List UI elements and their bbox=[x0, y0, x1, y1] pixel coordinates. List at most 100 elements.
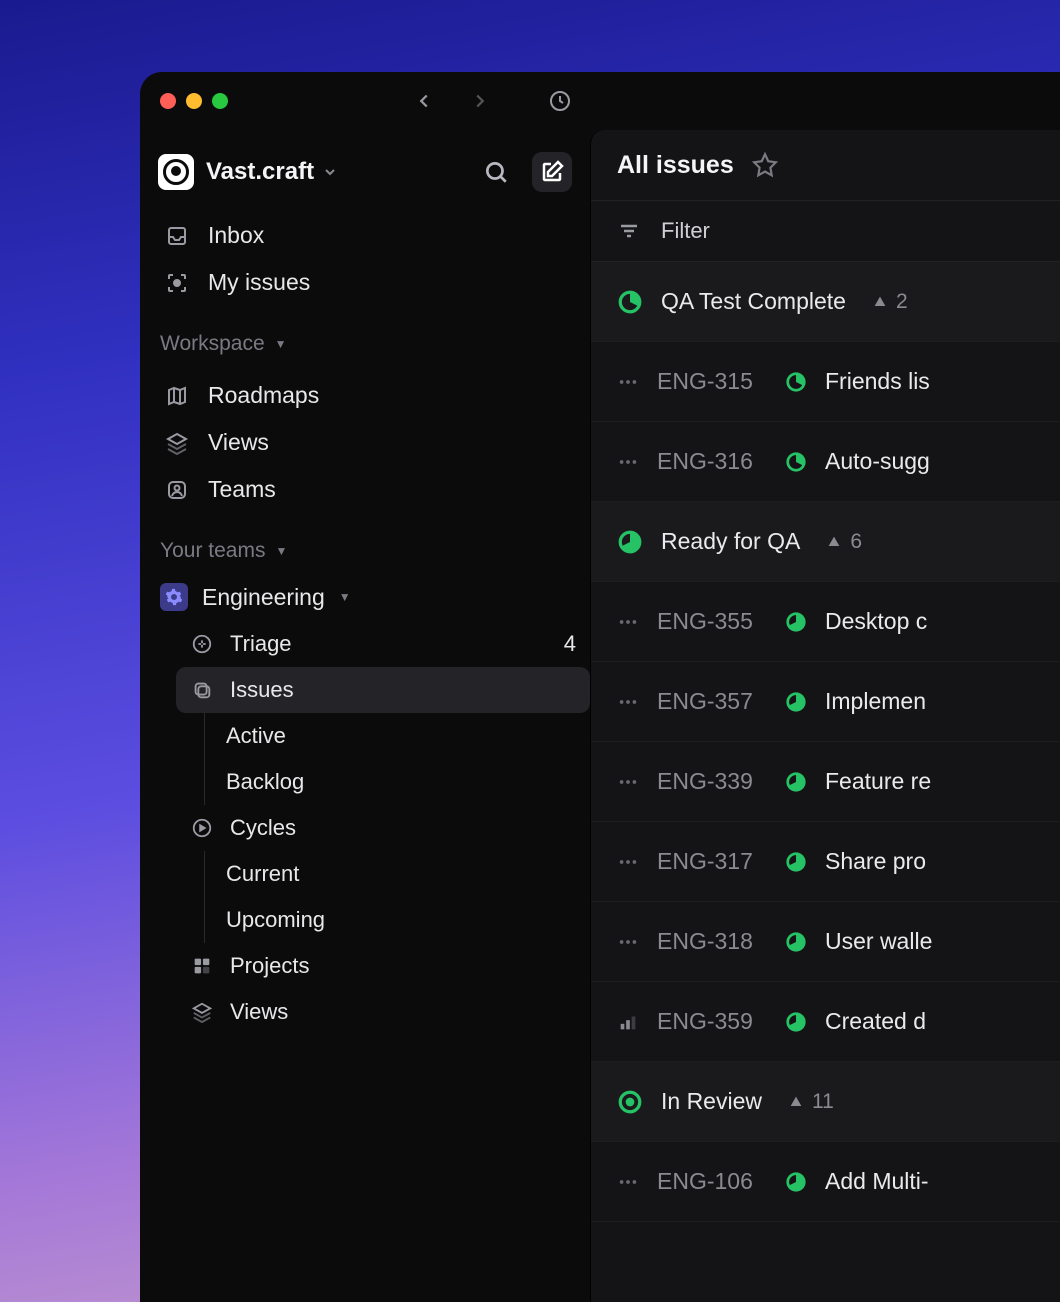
priority-icon[interactable] bbox=[617, 931, 639, 953]
minimize-window-button[interactable] bbox=[186, 93, 202, 109]
filter-bar[interactable]: Filter bbox=[591, 200, 1060, 262]
nav-forward-button[interactable] bbox=[466, 87, 494, 115]
group-title: QA Test Complete bbox=[661, 288, 846, 315]
priority-icon[interactable] bbox=[617, 691, 639, 713]
sidebar-item-views[interactable]: Views bbox=[176, 989, 590, 1035]
sidebar: Vast.craft Inbox bbox=[140, 72, 590, 1302]
workspace-switcher[interactable]: Vast.craft bbox=[140, 130, 590, 206]
projects-icon bbox=[190, 954, 214, 978]
search-button[interactable] bbox=[476, 152, 516, 192]
status-icon[interactable] bbox=[785, 771, 807, 793]
sidebar-item-views[interactable]: Views bbox=[150, 419, 580, 466]
issue-row[interactable]: ENG-357Implemen bbox=[591, 662, 1060, 742]
layers-icon bbox=[164, 430, 190, 456]
status-icon[interactable] bbox=[785, 931, 807, 953]
issue-id: ENG-355 bbox=[657, 608, 767, 635]
views-icon bbox=[190, 1000, 214, 1024]
filter-label: Filter bbox=[661, 218, 710, 244]
sidebar-item-triage[interactable]: Triage4 bbox=[176, 621, 590, 667]
priority-icon[interactable] bbox=[617, 851, 639, 873]
issue-row[interactable]: ENG-316 Auto-sugg bbox=[591, 422, 1060, 502]
favorite-button[interactable] bbox=[752, 152, 778, 178]
sidebar-item-backlog[interactable]: Backlog bbox=[176, 759, 590, 805]
maximize-window-button[interactable] bbox=[212, 93, 228, 109]
sidebar-item-label: Backlog bbox=[226, 769, 304, 795]
cycles-icon bbox=[190, 816, 214, 840]
status-icon[interactable] bbox=[785, 1011, 807, 1033]
sidebar-item-label: Active bbox=[226, 723, 286, 749]
sidebar-item-upcoming[interactable]: Upcoming bbox=[176, 897, 590, 943]
issues-icon bbox=[190, 678, 214, 702]
status-icon[interactable] bbox=[785, 371, 807, 393]
sidebar-item-label: Teams bbox=[208, 476, 276, 503]
issue-row[interactable]: ENG-318User walle bbox=[591, 902, 1060, 982]
group-header[interactable]: QA Test Complete 2 bbox=[591, 262, 1060, 342]
status-icon[interactable] bbox=[785, 1171, 807, 1193]
sidebar-item-cycles[interactable]: Cycles bbox=[176, 805, 590, 851]
status-icon bbox=[617, 529, 643, 555]
status-icon[interactable] bbox=[785, 851, 807, 873]
section-your-teams[interactable]: Your teams ▼ bbox=[140, 519, 590, 573]
sidebar-item-label: Inbox bbox=[208, 222, 264, 249]
group-title: Ready for QA bbox=[661, 528, 800, 555]
close-window-button[interactable] bbox=[160, 93, 176, 109]
count-badge: 4 bbox=[564, 631, 576, 657]
issue-row[interactable]: ENG-339Feature re bbox=[591, 742, 1060, 822]
app-window: Vast.craft Inbox bbox=[140, 72, 1060, 1302]
sidebar-item-label: Views bbox=[230, 999, 288, 1025]
sidebar-item-current[interactable]: Current bbox=[176, 851, 590, 897]
status-icon[interactable] bbox=[785, 451, 807, 473]
team-engineering[interactable]: Engineering ▼ bbox=[140, 573, 590, 621]
issue-title: Auto-sugg bbox=[825, 448, 930, 475]
sidebar-item-issues[interactable]: Issues bbox=[176, 667, 590, 713]
nav-back-button[interactable] bbox=[410, 87, 438, 115]
issue-id: ENG-339 bbox=[657, 768, 767, 795]
sidebar-item-inbox[interactable]: Inbox bbox=[150, 212, 580, 259]
map-icon bbox=[164, 383, 190, 409]
issue-row[interactable]: ENG-359Created d bbox=[591, 982, 1060, 1062]
issue-id: ENG-315 bbox=[657, 368, 767, 395]
priority-icon[interactable] bbox=[617, 1011, 639, 1033]
inbox-icon bbox=[164, 223, 190, 249]
priority-icon[interactable] bbox=[617, 1171, 639, 1193]
new-issue-button[interactable] bbox=[532, 152, 572, 192]
triangle-down-icon: ▼ bbox=[339, 590, 351, 604]
section-workspace[interactable]: Workspace ▼ bbox=[140, 312, 590, 366]
issue-row[interactable]: ENG-355 Desktop c bbox=[591, 582, 1060, 662]
history-button[interactable] bbox=[546, 87, 574, 115]
sidebar-item-roadmaps[interactable]: Roadmaps bbox=[150, 372, 580, 419]
priority-icon[interactable] bbox=[617, 611, 639, 633]
main-pane: All issues Filter QA Test Complete2ENG-3… bbox=[590, 130, 1060, 1302]
triangle-down-icon: ▼ bbox=[275, 544, 287, 558]
sidebar-item-active[interactable]: Active bbox=[176, 713, 590, 759]
issue-title: Desktop c bbox=[825, 608, 927, 635]
issue-title: Friends lis bbox=[825, 368, 930, 395]
priority-icon[interactable] bbox=[617, 451, 639, 473]
triangle-down-icon: ▼ bbox=[275, 337, 287, 351]
triangle-icon bbox=[826, 534, 842, 550]
triangle-icon bbox=[872, 294, 888, 310]
priority-icon[interactable] bbox=[617, 771, 639, 793]
sidebar-item-label: My issues bbox=[208, 269, 310, 296]
sidebar-item-label: Upcoming bbox=[226, 907, 325, 933]
issue-row[interactable]: ENG-315 Friends lis bbox=[591, 342, 1060, 422]
issue-id: ENG-316 bbox=[657, 448, 767, 475]
issue-row[interactable]: ENG-317Share pro bbox=[591, 822, 1060, 902]
sidebar-item-label: Views bbox=[208, 429, 269, 456]
status-icon[interactable] bbox=[785, 611, 807, 633]
group-header[interactable]: Ready for QA 6 bbox=[591, 502, 1060, 582]
status-icon[interactable] bbox=[785, 691, 807, 713]
sidebar-item-my-issues[interactable]: My issues bbox=[150, 259, 580, 306]
focus-icon bbox=[164, 270, 190, 296]
priority-icon[interactable] bbox=[617, 371, 639, 393]
sidebar-item-projects[interactable]: Projects bbox=[176, 943, 590, 989]
group-count: 2 bbox=[872, 290, 908, 314]
group-count: 6 bbox=[826, 530, 862, 554]
team-name: Engineering bbox=[202, 584, 325, 611]
sidebar-item-teams[interactable]: Teams bbox=[150, 466, 580, 513]
status-icon bbox=[617, 289, 643, 315]
issue-row[interactable]: ENG-106Add Multi- bbox=[591, 1142, 1060, 1222]
group-title: In Review bbox=[661, 1088, 762, 1115]
group-header[interactable]: In Review 11 bbox=[591, 1062, 1060, 1142]
group-count: 11 bbox=[788, 1090, 834, 1114]
